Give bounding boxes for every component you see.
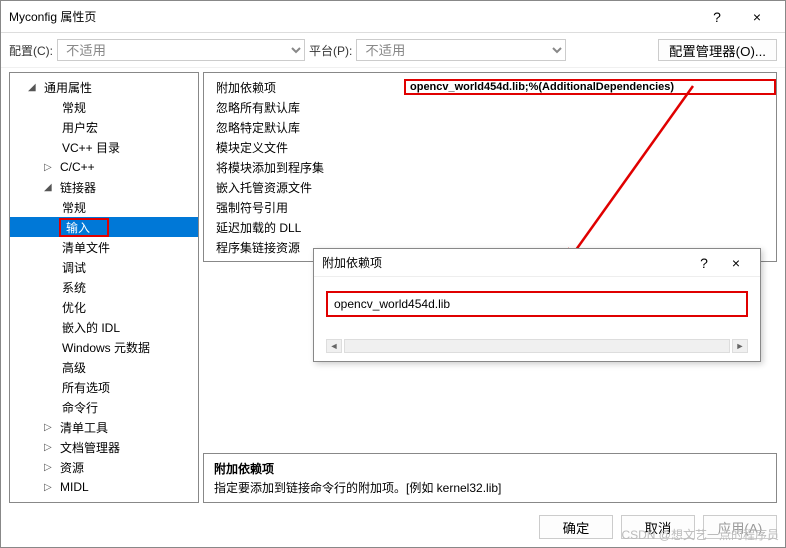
tree-root[interactable]: ◢通用属性 bbox=[10, 77, 198, 97]
dialog-title: 附加依赖项 bbox=[322, 254, 688, 271]
prop-row[interactable]: 附加依赖项opencv_world454d.lib;%(AdditionalDe… bbox=[204, 77, 776, 97]
chevron-right-icon: ▷ bbox=[44, 422, 58, 433]
config-select[interactable]: 不适用 bbox=[57, 39, 305, 61]
scroll-left-icon[interactable]: ◄ bbox=[326, 339, 342, 353]
tree-item[interactable]: ▷MIDL bbox=[10, 477, 198, 497]
dialog-hscroll[interactable]: ◄ ► bbox=[326, 339, 748, 353]
chevron-right-icon: ▷ bbox=[44, 442, 58, 453]
prop-row[interactable]: 模块定义文件 bbox=[204, 137, 776, 157]
prop-row[interactable]: 将模块添加到程序集 bbox=[204, 157, 776, 177]
tree-linker-item[interactable]: 优化 bbox=[10, 297, 198, 317]
window-title: Myconfig 属性页 bbox=[9, 8, 697, 25]
tree-item[interactable]: ▷清单工具 bbox=[10, 417, 198, 437]
titlebar: Myconfig 属性页 ? × bbox=[1, 1, 785, 33]
dialog-titlebar: 附加依赖项 ? × bbox=[314, 249, 760, 277]
tree-item[interactable]: VC++ 目录 bbox=[10, 137, 198, 157]
prop-row[interactable]: 嵌入托管资源文件 bbox=[204, 177, 776, 197]
prop-row[interactable]: 忽略所有默认库 bbox=[204, 97, 776, 117]
config-row: 配置(C): 不适用 平台(P): 不适用 配置管理器(O)... bbox=[1, 33, 785, 68]
prop-name: 忽略特定默认库 bbox=[204, 119, 404, 136]
close-button[interactable]: × bbox=[737, 9, 777, 25]
prop-row[interactable]: 强制符号引用 bbox=[204, 197, 776, 217]
chevron-right-icon: ▷ bbox=[44, 462, 58, 473]
prop-name: 模块定义文件 bbox=[204, 139, 404, 156]
desc-text: 指定要添加到链接命令行的附加项。[例如 kernel32.lib] bbox=[214, 479, 766, 496]
nav-tree[interactable]: ◢通用属性 常规 用户宏 VC++ 目录 ▷C/C++ ◢链接器 常规 输入 清… bbox=[9, 72, 199, 503]
tree-linker[interactable]: ◢链接器 bbox=[10, 177, 198, 197]
prop-name: 强制符号引用 bbox=[204, 199, 404, 216]
cancel-button[interactable]: 取消 bbox=[621, 515, 695, 539]
prop-value[interactable]: opencv_world454d.lib;%(AdditionalDepende… bbox=[404, 79, 776, 95]
config-label: 配置(C): bbox=[9, 42, 53, 59]
tree-linker-item[interactable]: 调试 bbox=[10, 257, 198, 277]
prop-row[interactable]: 忽略特定默认库 bbox=[204, 117, 776, 137]
body: ◢通用属性 常规 用户宏 VC++ 目录 ▷C/C++ ◢链接器 常规 输入 清… bbox=[1, 68, 785, 507]
tree-linker-item[interactable]: 常规 bbox=[10, 197, 198, 217]
additional-deps-dialog: 附加依赖项 ? × opencv_world454d.lib ◄ ► bbox=[313, 248, 761, 362]
property-page-window: Myconfig 属性页 ? × 配置(C): 不适用 平台(P): 不适用 配… bbox=[0, 0, 786, 548]
tree-linker-input[interactable]: 输入 bbox=[10, 217, 198, 237]
chevron-right-icon: ▷ bbox=[44, 482, 58, 493]
main-panel: 附加依赖项opencv_world454d.lib;%(AdditionalDe… bbox=[203, 72, 777, 503]
platform-select[interactable]: 不适用 bbox=[356, 39, 566, 61]
tree-cxx[interactable]: ▷C/C++ bbox=[10, 157, 198, 177]
prop-name: 延迟加载的 DLL bbox=[204, 219, 404, 236]
tree-item[interactable]: 用户宏 bbox=[10, 117, 198, 137]
tree-linker-item[interactable]: 命令行 bbox=[10, 397, 198, 417]
prop-name: 将模块添加到程序集 bbox=[204, 159, 404, 176]
help-button[interactable]: ? bbox=[697, 9, 737, 25]
tree-linker-item[interactable]: 所有选项 bbox=[10, 377, 198, 397]
tree-linker-item[interactable]: 高级 bbox=[10, 357, 198, 377]
tree-linker-item[interactable]: Windows 元数据 bbox=[10, 337, 198, 357]
dialog-help-button[interactable]: ? bbox=[688, 255, 720, 271]
scroll-track[interactable] bbox=[344, 339, 730, 353]
tree-item[interactable]: 常规 bbox=[10, 97, 198, 117]
apply-button[interactable]: 应用(A) bbox=[703, 515, 777, 539]
tree-linker-item[interactable]: 清单文件 bbox=[10, 237, 198, 257]
description-panel: 附加依赖项 指定要添加到链接命令行的附加项。[例如 kernel32.lib] bbox=[203, 453, 777, 503]
ok-button[interactable]: 确定 bbox=[539, 515, 613, 539]
scroll-right-icon[interactable]: ► bbox=[732, 339, 748, 353]
deps-input[interactable]: opencv_world454d.lib bbox=[326, 291, 748, 317]
dialog-body: opencv_world454d.lib ◄ ► bbox=[314, 277, 760, 361]
chevron-right-icon: ▷ bbox=[44, 162, 58, 173]
prop-row[interactable]: 延迟加载的 DLL bbox=[204, 217, 776, 237]
tree-item[interactable]: ▷资源 bbox=[10, 457, 198, 477]
prop-name: 忽略所有默认库 bbox=[204, 99, 404, 116]
property-list: 附加依赖项opencv_world454d.lib;%(AdditionalDe… bbox=[203, 72, 777, 262]
prop-name: 嵌入托管资源文件 bbox=[204, 179, 404, 196]
platform-label: 平台(P): bbox=[309, 42, 352, 59]
tree-linker-item[interactable]: 系统 bbox=[10, 277, 198, 297]
chevron-down-icon: ◢ bbox=[28, 82, 42, 93]
config-manager-button[interactable]: 配置管理器(O)... bbox=[658, 39, 777, 61]
dialog-buttons: 确定 取消 应用(A) bbox=[1, 507, 785, 547]
desc-title: 附加依赖项 bbox=[214, 460, 766, 477]
chevron-down-icon: ◢ bbox=[44, 182, 58, 193]
prop-name: 附加依赖项 bbox=[204, 79, 404, 96]
tree-linker-item[interactable]: 嵌入的 IDL bbox=[10, 317, 198, 337]
dialog-close-button[interactable]: × bbox=[720, 255, 752, 271]
tree-item[interactable]: ▷文档管理器 bbox=[10, 437, 198, 457]
